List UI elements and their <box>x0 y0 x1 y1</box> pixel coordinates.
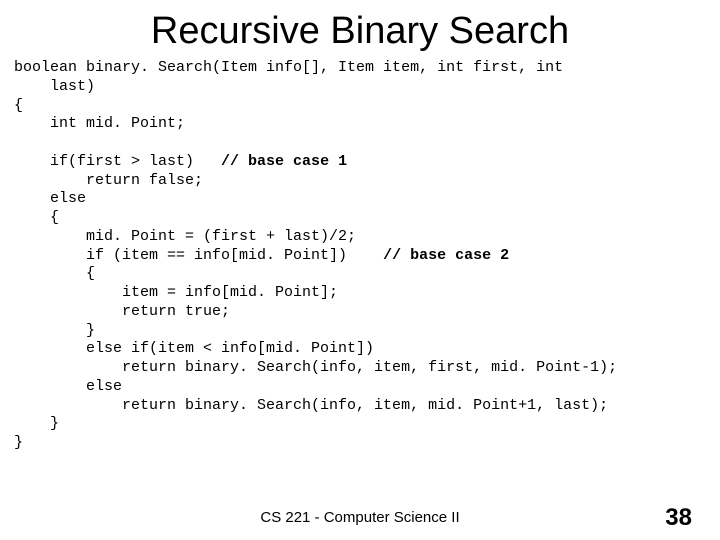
footer-text: CS 221 - Computer Science II <box>0 509 720 526</box>
code-line: if(first > last) <box>14 153 221 170</box>
code-line: return true; <box>14 303 230 320</box>
code-line: else <box>14 190 86 207</box>
code-line: } <box>14 415 59 432</box>
page-number: 38 <box>665 504 692 532</box>
code-line: } <box>14 434 23 451</box>
code-line: else <box>14 378 122 395</box>
code-line: if (item == info[mid. Point]) <box>14 247 383 264</box>
code-line: boolean binary. Search(Item info[], Item… <box>14 59 563 76</box>
code-line: else if(item < info[mid. Point]) <box>14 340 374 357</box>
slide: Recursive Binary Search boolean binary. … <box>0 0 720 540</box>
code-line: item = info[mid. Point]; <box>14 284 338 301</box>
code-line: int mid. Point; <box>14 115 185 132</box>
code-line: { <box>14 265 95 282</box>
code-line: return binary. Search(info, item, mid. P… <box>14 397 608 414</box>
slide-title: Recursive Binary Search <box>0 0 720 59</box>
code-line: mid. Point = (first + last)/2; <box>14 228 356 245</box>
code-line: last) <box>14 78 95 95</box>
comment-base-case-2: // base case 2 <box>383 247 509 264</box>
code-line: { <box>14 97 23 114</box>
code-line: return binary. Search(info, item, first,… <box>14 359 617 376</box>
comment-base-case-1: // base case 1 <box>221 153 347 170</box>
code-line: return false; <box>14 172 203 189</box>
code-line: { <box>14 209 59 226</box>
code-block: boolean binary. Search(Item info[], Item… <box>0 59 720 453</box>
code-line: } <box>14 322 95 339</box>
